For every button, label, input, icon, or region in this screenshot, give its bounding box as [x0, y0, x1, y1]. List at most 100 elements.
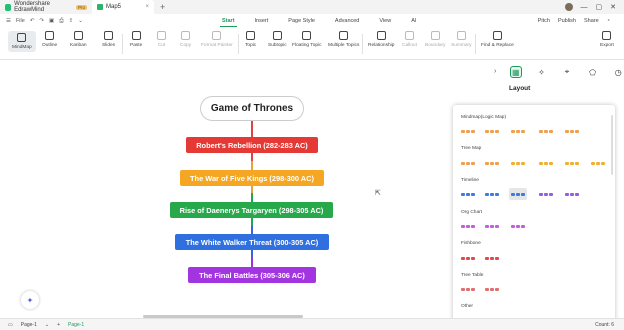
- avatar[interactable]: [564, 3, 573, 11]
- copy-label: Copy: [180, 43, 192, 48]
- layout-thumbnail[interactable]: [483, 220, 501, 232]
- multiple-topics-button[interactable]: Multiple Topics: [328, 31, 359, 48]
- topic-button[interactable]: Topic: [245, 31, 256, 48]
- layout-thumbnail[interactable]: [483, 283, 501, 295]
- thumbnail-block: [471, 287, 475, 291]
- share-button[interactable]: Share: [584, 18, 599, 24]
- root-topic[interactable]: Game of Thrones: [200, 96, 304, 121]
- layout-thumbnail[interactable]: [509, 188, 527, 200]
- topic-node[interactable]: The Final Battles (305-306 AC): [188, 267, 316, 283]
- floating-topic-button[interactable]: Floating Topic: [292, 31, 322, 48]
- layout-thumbnail[interactable]: [483, 157, 501, 169]
- layout-thumbnail[interactable]: [509, 125, 527, 137]
- add-page-button[interactable]: +: [57, 322, 60, 328]
- topic-node[interactable]: The White Walker Threat (300-305 AC): [175, 234, 329, 250]
- layout-thumbnail[interactable]: [563, 188, 581, 200]
- topic-node[interactable]: Robert's Rebellion (282-283 AC): [186, 137, 318, 153]
- layout-thumbnail[interactable]: [509, 220, 527, 232]
- page-tab[interactable]: Page-1: [21, 322, 37, 328]
- layout-thumbnail[interactable]: [589, 157, 607, 169]
- layout-thumbnail[interactable]: [537, 188, 555, 200]
- thumbnail-block: [570, 129, 574, 133]
- layout-thumbnail[interactable]: [483, 188, 501, 200]
- close-icon[interactable]: ✕: [610, 3, 616, 11]
- menu-icon[interactable]: ☰: [6, 18, 11, 24]
- pitch-button[interactable]: Pitch: [538, 18, 550, 24]
- location-icon[interactable]: ⌖: [561, 66, 573, 78]
- page-menu-icon[interactable]: ⌄: [45, 322, 49, 328]
- copy-button[interactable]: Copy: [180, 31, 191, 48]
- notification-icon[interactable]: ◔: [607, 18, 610, 24]
- layout-thumbnail[interactable]: [459, 252, 477, 264]
- ribbon-divider: [362, 34, 363, 54]
- clock-icon[interactable]: ◷: [612, 66, 624, 78]
- tab-start[interactable]: Start: [212, 14, 245, 28]
- quick-access: ☰ File ↶ ↷ ▣ ⎙ ⇪ ⌄: [0, 18, 212, 25]
- layout-thumbnail[interactable]: [459, 188, 477, 200]
- thumbnail-block: [466, 192, 470, 196]
- tab-advanced[interactable]: Advanced: [325, 14, 369, 28]
- subtopic-button[interactable]: Subtopic: [268, 31, 287, 48]
- layout-thumbnail[interactable]: [483, 252, 501, 264]
- cut-button[interactable]: Cut: [157, 31, 166, 48]
- summary-button[interactable]: Summary: [451, 31, 472, 48]
- layout-thumbnail[interactable]: [459, 220, 477, 232]
- file-menu[interactable]: File: [16, 18, 25, 24]
- collapse-panel-icon[interactable]: ›: [494, 68, 496, 75]
- layout-icon[interactable]: ▦: [510, 66, 522, 78]
- slides-view-button[interactable]: Slides: [102, 31, 115, 48]
- layout-thumbnail[interactable]: [537, 125, 555, 137]
- layout-thumbnail[interactable]: [459, 283, 477, 295]
- layout-thumbnail[interactable]: [563, 157, 581, 169]
- export-button[interactable]: Export: [600, 31, 614, 48]
- topic-node[interactable]: The War of Five Kings (298-300 AC): [180, 170, 324, 186]
- popup-scrollbar[interactable]: [611, 115, 613, 175]
- layout-thumbnail[interactable]: [483, 125, 501, 137]
- layout-thumbnail[interactable]: [459, 125, 477, 137]
- print-icon[interactable]: ⎙: [59, 18, 63, 25]
- redo-icon[interactable]: ↷: [39, 18, 44, 24]
- undo-icon[interactable]: ↶: [30, 18, 35, 24]
- more-icon[interactable]: ⌄: [78, 18, 83, 24]
- panel-title: Layout: [509, 85, 531, 92]
- layout-thumbnail[interactable]: [509, 157, 527, 169]
- ai-icon[interactable]: ✦: [21, 291, 39, 309]
- thumbnail-block: [471, 161, 475, 165]
- doc-tab-map5[interactable]: Map5 ×: [92, 0, 154, 14]
- boundary-button[interactable]: Boundary: [425, 31, 446, 48]
- page-list-icon[interactable]: ▭: [8, 322, 13, 328]
- thumbnail-block: [544, 129, 548, 133]
- thumbnail-block: [575, 161, 579, 165]
- callout-button[interactable]: Callout: [402, 31, 417, 48]
- kanban-view-button[interactable]: Kanban: [70, 31, 87, 48]
- tab-ai[interactable]: AI: [401, 14, 426, 28]
- theme-icon[interactable]: ⬠: [587, 66, 599, 78]
- find-replace-button[interactable]: Find & Replace: [481, 31, 514, 48]
- style-icon[interactable]: ✧: [536, 66, 548, 78]
- publish-button[interactable]: Publish: [558, 18, 576, 24]
- thumbnail-block: [471, 192, 475, 196]
- save-icon[interactable]: ▣: [49, 18, 54, 24]
- layout-thumbnail[interactable]: [563, 125, 581, 137]
- new-tab-button[interactable]: +: [160, 2, 165, 12]
- outline-icon: [45, 31, 55, 40]
- topic-node[interactable]: Rise of Daenerys Targaryen (298-305 AC): [170, 202, 333, 218]
- close-tab-icon[interactable]: ×: [145, 4, 149, 10]
- active-page-tab[interactable]: Page-1: [68, 322, 84, 328]
- minimize-icon[interactable]: —: [581, 4, 588, 11]
- app-tab[interactable]: Wondershare EdrawMind Pro: [0, 0, 92, 14]
- export-quick-icon[interactable]: ⇪: [69, 18, 74, 24]
- tab-view[interactable]: View: [369, 14, 401, 28]
- tab-page-style[interactable]: Page Style: [278, 14, 325, 28]
- paste-button[interactable]: Paste: [130, 31, 142, 48]
- relationship-button[interactable]: Relationship: [368, 31, 394, 48]
- format-painter-button[interactable]: Format Painter: [201, 31, 233, 48]
- maximize-icon[interactable]: ▢: [596, 3, 603, 11]
- paste-label: Paste: [130, 43, 143, 48]
- relationship-icon: [376, 31, 386, 40]
- outline-view-button[interactable]: Outline: [42, 31, 57, 48]
- mindmap-view-button[interactable]: MindMap: [8, 31, 36, 52]
- layout-thumbnail[interactable]: [537, 157, 555, 169]
- tab-insert[interactable]: Insert: [245, 14, 279, 28]
- layout-thumbnail[interactable]: [459, 157, 477, 169]
